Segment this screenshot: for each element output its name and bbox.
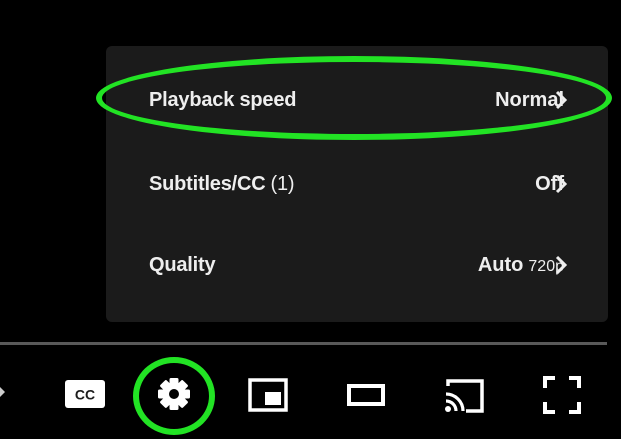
svg-text:CC: CC <box>75 387 95 403</box>
cast-button[interactable] <box>438 372 490 418</box>
chevron-right-icon <box>555 174 568 194</box>
fullscreen-icon <box>543 376 581 414</box>
menu-item-label: Subtitles/CC (1) <box>149 172 295 195</box>
menu-item-subtitles[interactable]: Subtitles/CC (1) Off <box>106 146 608 222</box>
progress-bar[interactable] <box>0 342 607 345</box>
highlight-annotation-playback-speed <box>96 56 612 140</box>
partial-control-icon <box>0 387 5 397</box>
miniplayer-icon <box>248 378 288 412</box>
subtitles-cc-icon: CC <box>65 380 105 408</box>
fullscreen-button[interactable] <box>538 371 586 419</box>
theater-mode-icon <box>347 384 385 406</box>
control-bar: CC <box>0 352 621 439</box>
miniplayer-button[interactable] <box>243 373 293 417</box>
cast-icon <box>445 379 484 413</box>
subtitle-track-count: (1) <box>270 172 295 195</box>
chevron-right-icon <box>555 255 568 275</box>
video-player: Playback speed Normal Subtitles/CC (1) Of… <box>0 0 621 439</box>
theater-mode-button[interactable] <box>341 374 391 416</box>
highlight-annotation-settings <box>133 357 215 435</box>
menu-item-quality[interactable]: Quality Auto 720p <box>106 227 608 303</box>
subtitles-button[interactable]: CC <box>62 376 108 412</box>
menu-item-label: Quality <box>149 253 216 276</box>
